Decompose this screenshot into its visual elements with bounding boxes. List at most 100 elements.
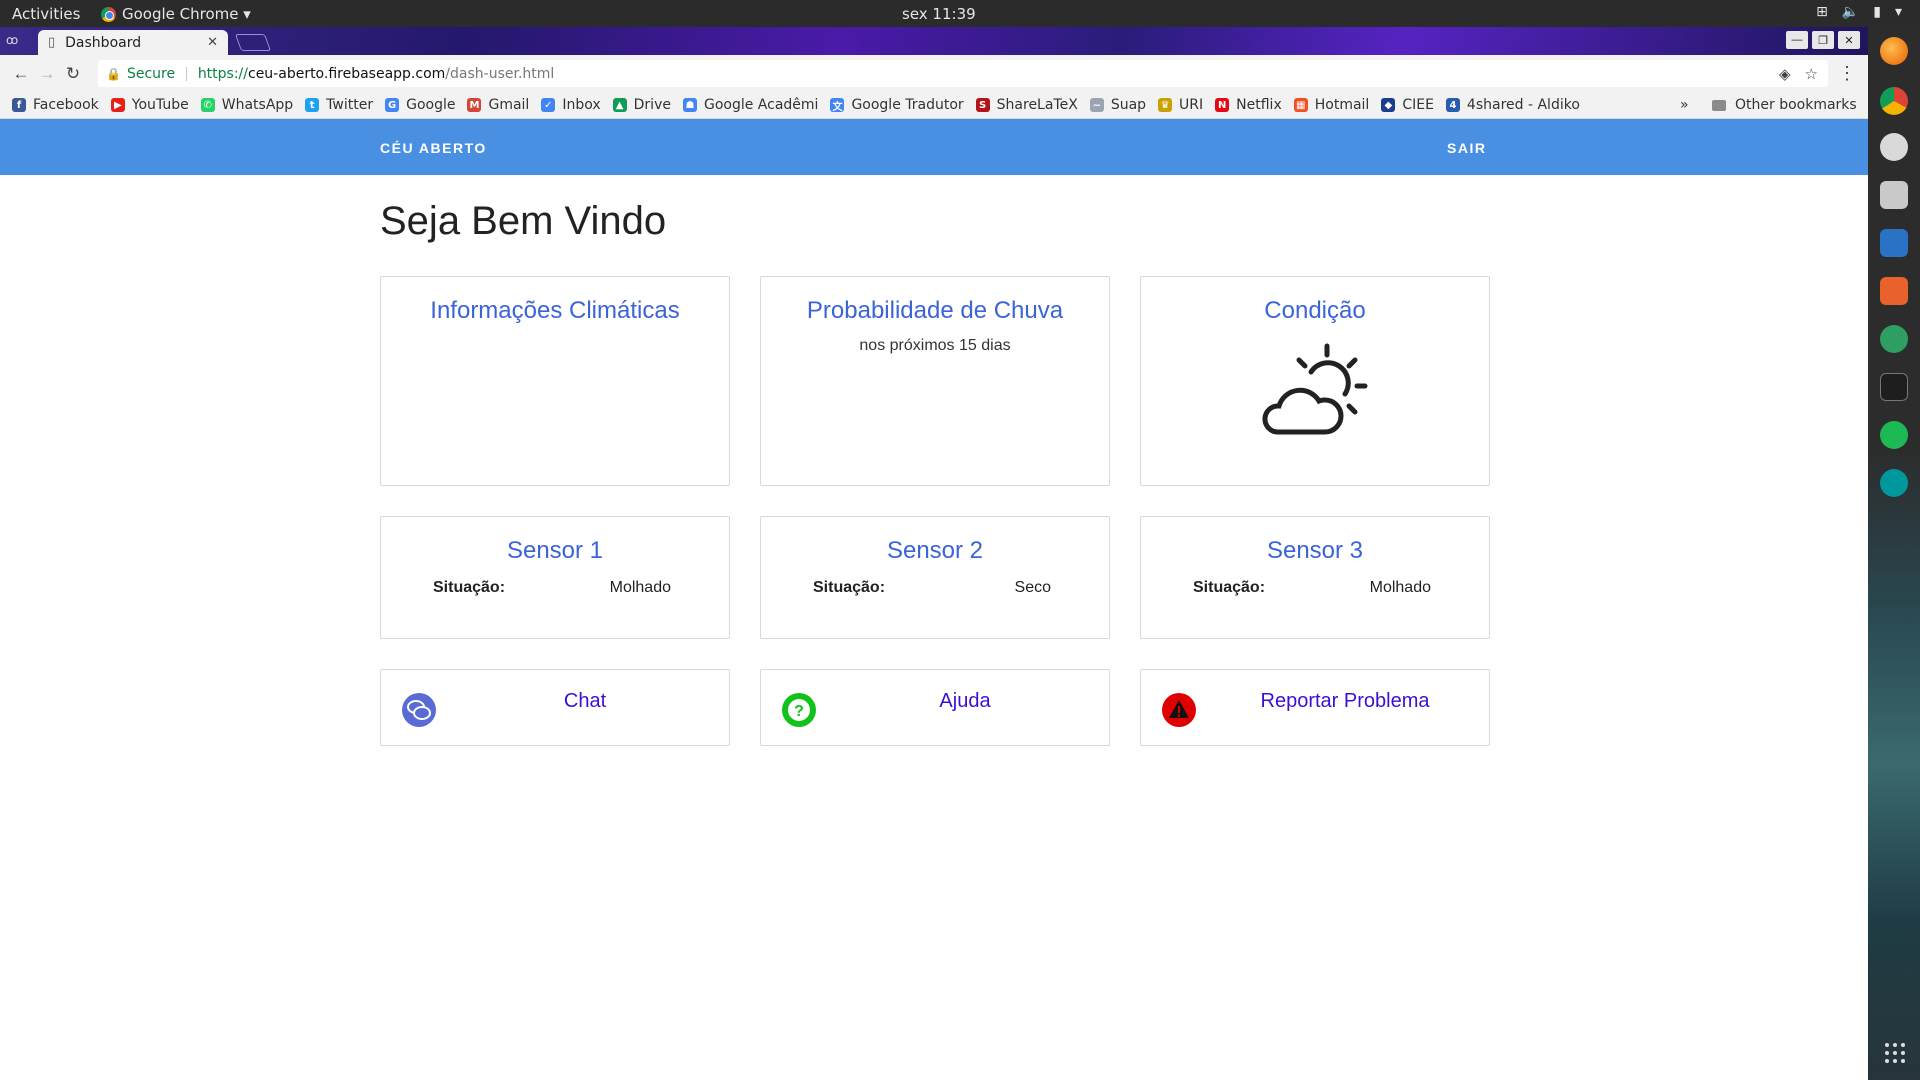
spotify-icon[interactable] [1880, 421, 1908, 449]
files-icon[interactable] [1880, 181, 1908, 209]
minimize-icon[interactable]: — [1786, 31, 1808, 49]
bookmark-item[interactable]: f Facebook [12, 97, 99, 113]
rain-probability-card: Probabilidade de Chuva nos próximos 15 d… [760, 276, 1110, 486]
status-label: Situação: [433, 579, 506, 596]
show-applications-icon[interactable] [1885, 1043, 1905, 1063]
bookmark-item[interactable]: M Gmail [467, 97, 529, 113]
bookmark-item[interactable]: ◆ CIEE [1381, 97, 1434, 113]
restore-icon[interactable]: ❐ [1812, 31, 1834, 49]
rhythmbox-icon[interactable] [1880, 133, 1908, 161]
bookmark-item[interactable]: N Netflix [1215, 97, 1282, 113]
bookmark-item[interactable]: ~ Suap [1089, 97, 1146, 113]
bookmark-item[interactable]: 4 4shared - Aldiko [1445, 97, 1580, 113]
extension-icon[interactable]: ◈ [1779, 65, 1791, 83]
bookmark-favicon-icon: ◆ [1381, 98, 1396, 112]
back-button[interactable]: ← [8, 64, 34, 84]
climate-info-card: Informações Climáticas [380, 276, 730, 486]
forward-button[interactable]: → [34, 64, 60, 84]
page-title: Seja Bem Vindo [380, 199, 667, 243]
bookmark-item[interactable]: G Google [385, 97, 455, 113]
app-navbar: CÉU ABERTO SAIR [0, 119, 1868, 175]
lock-icon: 🔒 [106, 66, 121, 81]
volume-icon: 🔈 [1841, 4, 1860, 20]
help-label: Ajuda [939, 690, 991, 712]
sensor-title: Sensor 3 [1266, 537, 1364, 564]
close-tab-icon[interactable]: ✕ [207, 35, 218, 50]
more-bookmarks-button[interactable]: » [1680, 97, 1689, 113]
bookmark-favicon-icon: ✓ [541, 98, 556, 112]
system-tray[interactable]: ⊞ 🔈 ▮ ▾ [1816, 4, 1902, 20]
other-bookmarks[interactable]: Other bookmarks [1712, 97, 1857, 113]
bookmark-label: CIEE [1402, 97, 1434, 113]
bookmark-favicon-icon: M [467, 98, 482, 112]
firefox-icon[interactable] [1880, 37, 1908, 65]
bookmark-item[interactable]: 文 Google Tradutor [830, 97, 964, 113]
terminal-icon[interactable] [1880, 373, 1908, 401]
bookmark-label: Netflix [1236, 97, 1282, 113]
card-title: Probabilidade de Chuva [806, 297, 1064, 324]
bookmark-favicon-icon: S [975, 98, 990, 112]
help-button[interactable]: ? Ajuda [760, 669, 1110, 746]
bookmark-favicon-icon: ▲ [612, 98, 627, 112]
bookmark-favicon-icon: t [305, 98, 320, 112]
arduino-icon[interactable] [1880, 469, 1908, 497]
app-menu-label: Google Chrome ▾ [122, 5, 251, 23]
bookmark-item[interactable]: ♛ URI [1158, 97, 1203, 113]
bookmark-item[interactable]: ✆ WhatsApp [200, 97, 293, 113]
bookmark-favicon-icon: 文 [830, 98, 845, 113]
chat-button[interactable]: Chat [380, 669, 730, 746]
bookmark-label: 4shared - Aldiko [1466, 97, 1580, 113]
bookmark-item[interactable]: t Twitter [305, 97, 373, 113]
sensor-card-1: Sensor 1 Situação: Molhado [380, 516, 730, 639]
sensor-card-3: Sensor 3 Situação: Molhado [1140, 516, 1490, 639]
bookmark-favicon-icon: ▦ [1293, 98, 1308, 112]
partly-cloudy-icon [1262, 343, 1368, 435]
bookmark-item[interactable]: ▲ Drive [612, 97, 671, 113]
report-problem-button[interactable]: Reportar Problema [1140, 669, 1490, 746]
bookmark-label: Google Acadêmi [703, 97, 819, 113]
bookmark-item[interactable]: ☗ Google Acadêmi [682, 97, 819, 113]
bookmark-item[interactable]: ▦ Hotmail [1293, 97, 1369, 113]
folder-icon [1712, 99, 1726, 111]
bookmark-label: YouTube [131, 97, 189, 113]
url-path: /dash-user.html [445, 65, 555, 82]
bookmark-favicon-icon: ~ [1089, 98, 1104, 112]
status-label: Situação: [813, 579, 886, 596]
bookmark-favicon-icon: G [385, 98, 400, 112]
clock[interactable]: sex 11:39 [902, 5, 976, 23]
bookmark-item[interactable]: ✓ Inbox [541, 97, 601, 113]
logout-link[interactable]: SAIR [1447, 140, 1486, 156]
reload-button[interactable]: ↻ [60, 64, 86, 84]
activities-button[interactable]: Activities [12, 5, 80, 23]
chrome-menu-icon[interactable]: ⋮ [1838, 63, 1856, 84]
card-title: Condição [1264, 297, 1366, 324]
tab-dashboard[interactable]: ▯ Dashboard ✕ [38, 30, 228, 55]
bookmark-label: Facebook [33, 97, 99, 113]
brand-link[interactable]: CÉU ABERTO [380, 140, 487, 156]
other-bookmarks-label: Other bookmarks [1735, 97, 1857, 113]
chevron-down-icon: ▾ [1894, 4, 1902, 20]
bookmark-item[interactable]: S ShareLaTeX [975, 97, 1078, 113]
secure-label: Secure [126, 65, 176, 82]
bookmark-label: ShareLaTeX [996, 97, 1078, 113]
new-tab-button[interactable] [234, 34, 272, 51]
close-window-icon[interactable]: ✕ [1838, 31, 1860, 49]
bookmark-label: Drive [633, 97, 671, 113]
window-controls: — ❐ ✕ [1786, 31, 1860, 49]
atom-icon[interactable] [1880, 325, 1908, 353]
card-title: Informações Climáticas [430, 297, 680, 324]
status-label: Situação: [1193, 579, 1266, 596]
address-bar[interactable]: 🔒 Secure | https:// ceu-aberto.firebasea… [98, 60, 1828, 87]
bookmark-label: URI [1179, 97, 1204, 113]
page-icon: ▯ [48, 35, 56, 50]
software-center-icon[interactable] [1880, 277, 1908, 305]
bookmark-item[interactable]: ▶ YouTube [110, 97, 189, 113]
vscode-icon[interactable] [1880, 229, 1908, 257]
app-menu[interactable]: Google Chrome ▾ [101, 5, 251, 23]
status-value: Molhado [609, 579, 671, 596]
url-host: ceu-aberto.firebaseapp.com [248, 65, 446, 82]
status-value: Molhado [1369, 579, 1431, 596]
bookmark-favicon-icon: ✆ [200, 98, 215, 112]
chrome-dock-icon[interactable] [1880, 87, 1908, 115]
bookmark-star-icon[interactable]: ☆ [1805, 65, 1818, 83]
